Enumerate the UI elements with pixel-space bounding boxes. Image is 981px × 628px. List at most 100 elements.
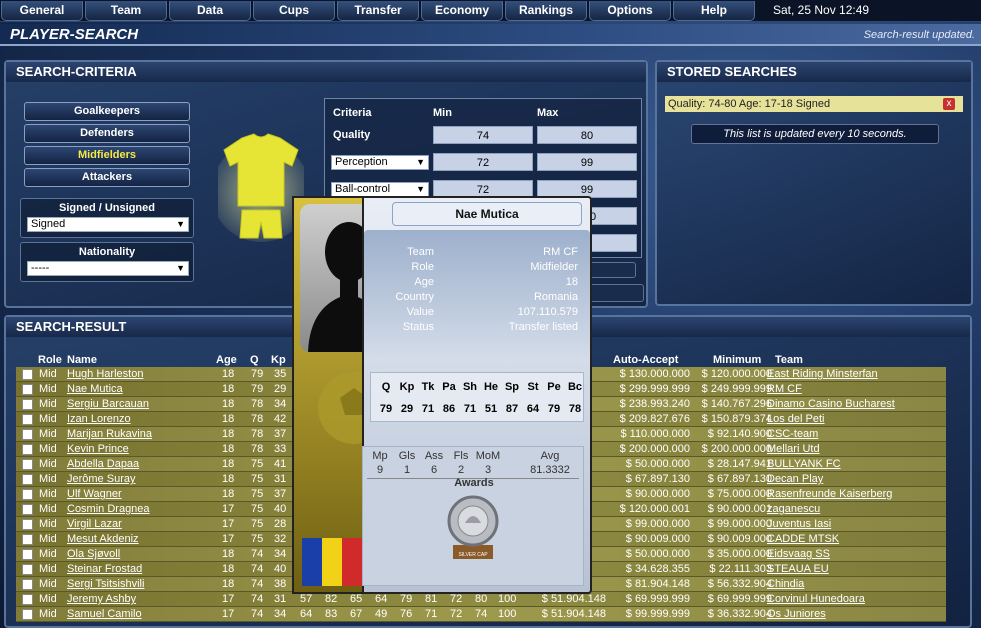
skill-select-2-value: Ball-control <box>335 183 391 195</box>
player-stats: Mp 9 Gls 1 Ass 6 Fls 2 MoM 3 Avg 81.3332 Awards SIL… <box>362 446 584 586</box>
nav-transfer-button[interactable]: Transfer <box>337 1 419 21</box>
row-checkbox[interactable] <box>22 414 33 425</box>
row-age: 18 <box>222 428 235 440</box>
skill1-max-input[interactable]: 99 <box>537 153 637 171</box>
col-age-header[interactable]: Age <box>216 353 237 367</box>
row-team[interactable]: Los del Peti <box>767 412 824 427</box>
row-checkbox[interactable] <box>22 489 33 500</box>
row-team[interactable]: Mellari Utd <box>767 442 820 457</box>
row-name[interactable]: Cosmin Dragnea <box>67 502 150 517</box>
nav-cups-button[interactable]: Cups <box>253 1 335 21</box>
row-team[interactable]: STEAUA EU <box>767 562 829 577</box>
col-team-header[interactable]: Team <box>775 353 803 367</box>
row-checkbox[interactable] <box>22 384 33 395</box>
info-value-key: Value <box>406 306 434 318</box>
row-name[interactable]: Steinar Frostad <box>67 562 142 577</box>
row-team[interactable]: zaganescu <box>767 502 820 517</box>
nav-options-button[interactable]: Options <box>589 1 671 21</box>
row-name[interactable]: Abdella Dapaa <box>67 457 139 472</box>
row-checkbox[interactable] <box>22 609 33 620</box>
col-autoaccept-header[interactable]: Auto-Accept <box>613 353 678 367</box>
table-row[interactable]: Mid Samuel Camilo 17 74 34 $ 99.999.999 $ 36.3… <box>16 607 946 622</box>
row-checkbox[interactable] <box>22 564 33 575</box>
row-checkbox[interactable] <box>22 549 33 560</box>
quality-max-input[interactable]: 80 <box>537 126 637 144</box>
table-row[interactable]: Mid Jeremy Ashby 17 74 31 $ 69.999.999 $ 69.99… <box>16 592 946 607</box>
defenders-button[interactable]: Defenders <box>24 124 190 143</box>
row-checkbox[interactable] <box>22 519 33 530</box>
nav-team-button[interactable]: Team <box>85 1 167 21</box>
row-team[interactable]: RM CF <box>767 382 802 397</box>
row-name[interactable]: Mesut Akdeniz <box>67 532 139 547</box>
nav-help-button[interactable]: Help <box>673 1 755 21</box>
attackers-button[interactable]: Attackers <box>24 168 190 187</box>
row-checkbox[interactable] <box>22 474 33 485</box>
row-name[interactable]: Kevin Prince <box>67 442 129 457</box>
row-team[interactable]: Corvinul Hunedoara <box>767 592 865 607</box>
nav-data-button[interactable]: Data <box>169 1 251 21</box>
row-checkbox[interactable] <box>22 444 33 455</box>
row-team[interactable]: Juventus Iasi <box>767 517 831 532</box>
row-name[interactable]: Jeremy Ashby <box>67 592 136 607</box>
game-date: Sat, 25 Nov 12:49 <box>773 3 870 17</box>
col-kp-header[interactable]: Kp <box>271 353 286 367</box>
row-checkbox[interactable] <box>22 594 33 605</box>
row-name[interactable]: Nae Mutica <box>67 382 123 397</box>
row-checkbox[interactable] <box>22 504 33 515</box>
row-checkbox[interactable] <box>22 429 33 440</box>
col-minimum-header[interactable]: Minimum <box>713 353 761 367</box>
row-team[interactable]: East Riding Minsterfan <box>767 367 878 382</box>
signed-select[interactable]: Signed ▼ <box>27 217 189 232</box>
row-checkbox[interactable] <box>22 369 33 380</box>
row-team[interactable]: Dinamo Casino Bucharest <box>767 397 895 412</box>
player-popup: Nae Mutica Team RM CF Role Midfielder Age 1… <box>292 196 592 594</box>
row-name[interactable]: Ola Sjøvoll <box>67 547 120 562</box>
row-name[interactable]: Virgil Lazar <box>67 517 122 532</box>
nav-rankings-button[interactable]: Rankings <box>505 1 587 21</box>
row-checkbox[interactable] <box>22 579 33 590</box>
nav-economy-button[interactable]: Economy <box>421 1 503 21</box>
row-team[interactable]: Rasenfreunde Kaiserberg <box>767 487 892 502</box>
row-name[interactable]: Sergiu Barcauan <box>67 397 149 412</box>
row-checkbox[interactable] <box>22 534 33 545</box>
delete-icon[interactable]: x <box>943 98 955 110</box>
row-team[interactable]: Chindia <box>767 577 804 592</box>
col-name-header[interactable]: Name <box>67 353 97 367</box>
row-role: Mid <box>39 518 57 530</box>
row-team[interactable]: CSC-team <box>767 427 818 442</box>
row-name[interactable]: Marijan Rukavina <box>67 427 152 442</box>
nav-general-button[interactable]: General <box>1 1 83 21</box>
midfielders-button[interactable]: Midfielders <box>24 146 190 165</box>
row-name[interactable]: Samuel Camilo <box>67 607 142 622</box>
row-q: 75 <box>251 503 264 515</box>
row-name[interactable]: Izan Lorenzo <box>67 412 131 427</box>
col-q-header[interactable]: Q <box>250 353 259 367</box>
row-name[interactable]: Ulf Wagner <box>67 487 122 502</box>
row-age: 17 <box>222 608 235 620</box>
row-role: Mid <box>39 593 57 605</box>
row-skill-value: 83 <box>325 608 338 620</box>
row-role: Mid <box>39 413 57 425</box>
row-minimum: $ 90.009.000 <box>707 533 772 545</box>
nationality-select[interactable]: ----- ▼ <box>27 261 189 276</box>
row-team[interactable]: Eidsvaag SS <box>767 547 830 562</box>
stored-search-item[interactable]: Quality: 74-80 Age: 17-18 Signed x <box>665 96 963 112</box>
row-name[interactable]: Hugh Harleston <box>67 367 143 382</box>
quality-min-input[interactable]: 74 <box>433 126 533 144</box>
goalkeepers-button[interactable]: Goalkeepers <box>24 102 190 121</box>
row-team[interactable]: Decan Play <box>767 472 823 487</box>
row-q: 78 <box>251 428 264 440</box>
skill-select-1[interactable]: Perception ▼ <box>331 155 429 170</box>
row-team[interactable]: CADDE MTSK <box>767 532 839 547</box>
row-auto-accept: $ 110.000.000 <box>620 428 690 440</box>
skill-select-2[interactable]: Ball-control ▼ <box>331 182 429 197</box>
row-team[interactable]: BULLYANK FC <box>767 457 841 472</box>
row-name[interactable]: Sergi Tsitsishvili <box>67 577 144 592</box>
skill1-min-input[interactable]: 72 <box>433 153 533 171</box>
row-checkbox[interactable] <box>22 399 33 410</box>
row-skill-value: 71 <box>425 608 438 620</box>
col-role-header[interactable]: Role <box>38 353 62 367</box>
row-name[interactable]: Jerôme Suray <box>67 472 135 487</box>
row-team[interactable]: Os Juniores <box>767 607 826 622</box>
row-checkbox[interactable] <box>22 459 33 470</box>
